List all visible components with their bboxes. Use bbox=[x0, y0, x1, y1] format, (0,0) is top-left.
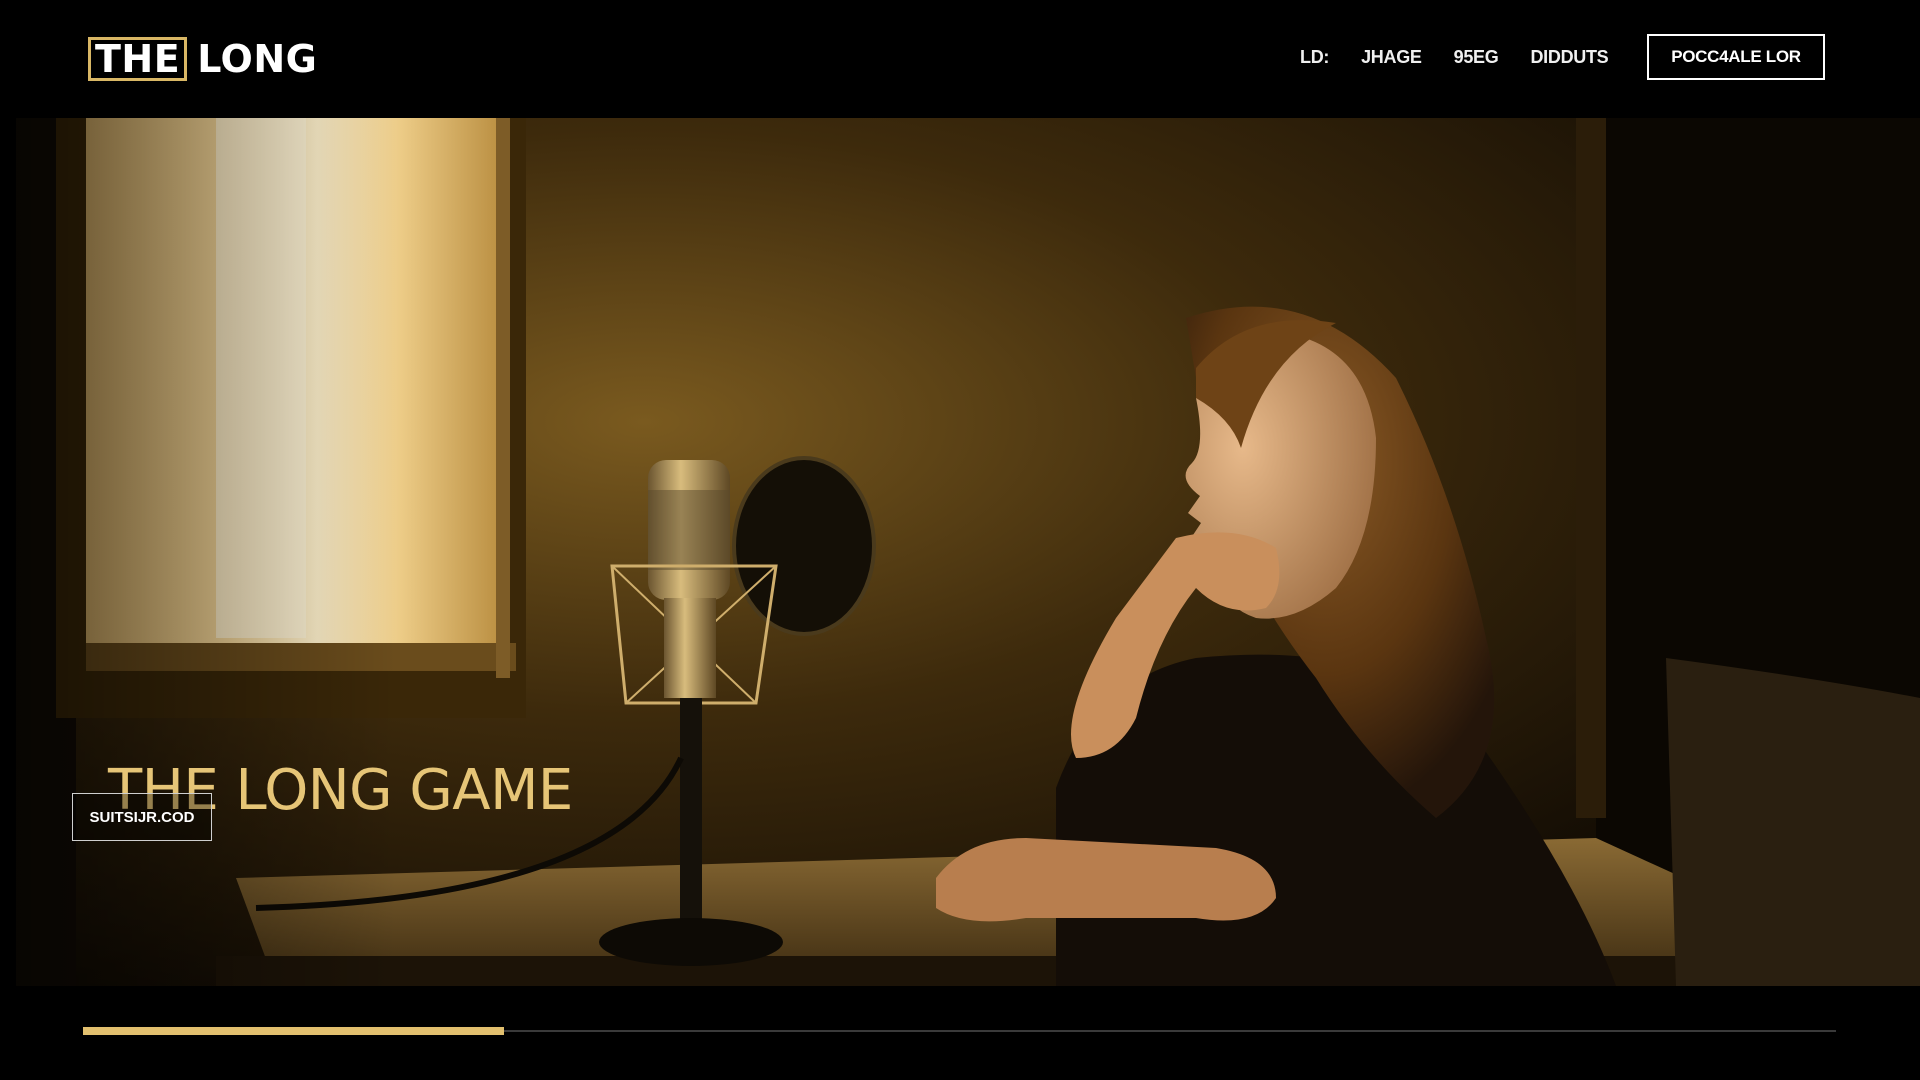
logo-boxed-word: THE bbox=[88, 37, 188, 81]
main-nav: LD: JHAGE 95EG DIDDUTS bbox=[1300, 42, 1609, 72]
header-cta-button[interactable]: POCC4ALE LOR bbox=[1647, 34, 1825, 80]
logo-word: LONG bbox=[197, 37, 318, 81]
hero-image bbox=[16, 118, 1920, 986]
site-header: THE LONG LD: JHAGE 95EG DIDDUTS POCC4ALE… bbox=[0, 0, 1920, 118]
progress-bar bbox=[83, 1027, 1836, 1035]
site-logo[interactable]: THE LONG bbox=[88, 36, 317, 82]
nav-item-1[interactable]: LD: bbox=[1300, 47, 1329, 68]
page: THE LONG LD: JHAGE 95EG DIDDUTS POCC4ALE… bbox=[0, 0, 1920, 1080]
nav-item-4[interactable]: DIDDUTS bbox=[1530, 47, 1608, 68]
progress-fill bbox=[83, 1027, 504, 1035]
hero-link-button[interactable]: SUITSIJR.COD bbox=[72, 793, 212, 841]
hero-section: THE LONG GAME bbox=[16, 118, 1920, 986]
nav-item-3[interactable]: 95EG bbox=[1454, 47, 1499, 68]
nav-item-2[interactable]: JHAGE bbox=[1361, 47, 1422, 68]
